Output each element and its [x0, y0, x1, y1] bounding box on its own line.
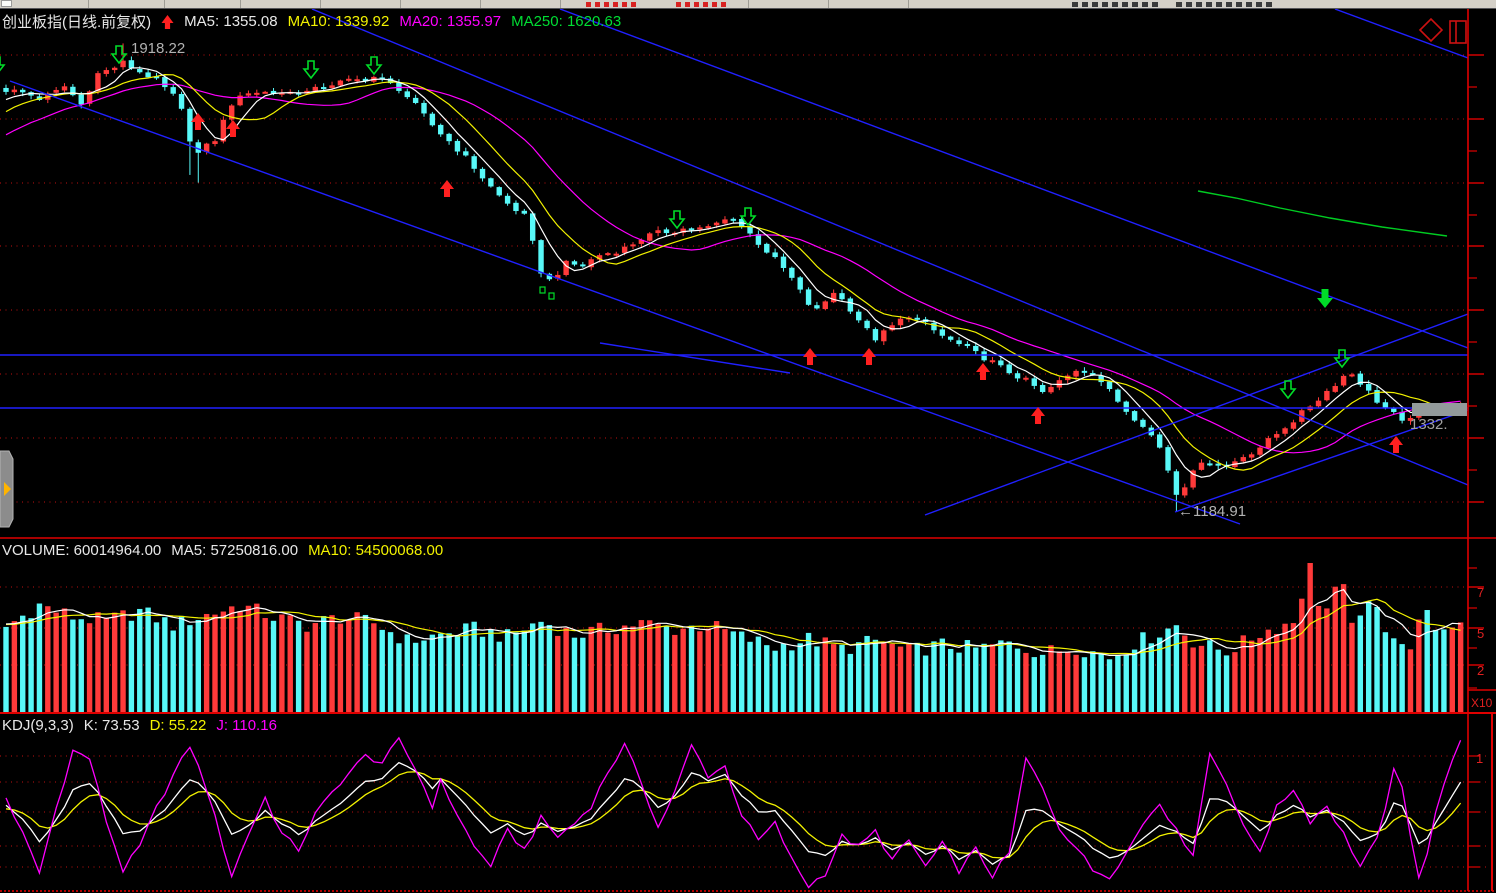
pane-icons: [1420, 19, 1466, 43]
up-arrow-icon: [161, 14, 174, 30]
signal-arrows: [0, 46, 1403, 453]
low-price-label: ←1184.91: [1178, 503, 1246, 520]
kdj-k-value: K: 73.53: [84, 717, 140, 734]
volume-axis-label-1: 7: [1477, 585, 1496, 600]
volume-bars[interactable]: [3, 563, 1463, 713]
ma20-value: MA20: 1355.97: [399, 13, 501, 30]
ma5-value: MA5: 1355.08: [184, 13, 277, 30]
volume-ma5-value: MA5: 57250816.00: [171, 542, 298, 559]
split-window-icon[interactable]: [1450, 21, 1466, 43]
kdj-d-value: D: 55.22: [150, 717, 207, 734]
ma250-value: MA250: 1620.63: [511, 13, 621, 30]
kdj-j-value: J: 110.16: [216, 717, 277, 734]
last-price-label: 1332.: [1410, 416, 1448, 433]
trend-lines[interactable]: [0, 9, 1468, 524]
trading-app-window: 创业板指(日线.前复权) MA5: 1355.08 MA10: 1339.92 …: [0, 0, 1496, 893]
volume-axis-label-3: 2: [1477, 663, 1496, 678]
volume-ma10-value: MA10: 54500068.00: [308, 542, 443, 559]
ma10-value: MA10: 1339.92: [288, 13, 390, 30]
volume-axis-label-2: 5: [1477, 626, 1496, 641]
last-price-box[interactable]: [1412, 403, 1467, 416]
main-chart-header: 创业板指(日线.前复权) MA5: 1355.08 MA10: 1339.92 …: [2, 11, 621, 32]
volume-value: VOLUME: 60014964.00: [2, 542, 161, 559]
kdj-name: KDJ(9,3,3): [2, 717, 74, 734]
grid-lines: [0, 55, 1490, 867]
volume-axis-unit: X10: [1471, 696, 1496, 710]
symbol-title: 创业板指(日线.前复权): [2, 11, 151, 32]
volume-header: VOLUME: 60014964.00 MA5: 57250816.00 MA1…: [2, 542, 443, 559]
kdj-header: KDJ(9,3,3) K: 73.53 D: 55.22 J: 110.16: [2, 717, 277, 734]
diamond-icon[interactable]: [1420, 19, 1442, 41]
left-flyout-handle[interactable]: [0, 451, 13, 527]
kdj-lines[interactable]: [6, 738, 1461, 888]
high-price-label: 1918.22: [131, 40, 185, 57]
kdj-axis-label: 1: [1476, 751, 1492, 766]
chart-canvas[interactable]: [0, 0, 1496, 893]
